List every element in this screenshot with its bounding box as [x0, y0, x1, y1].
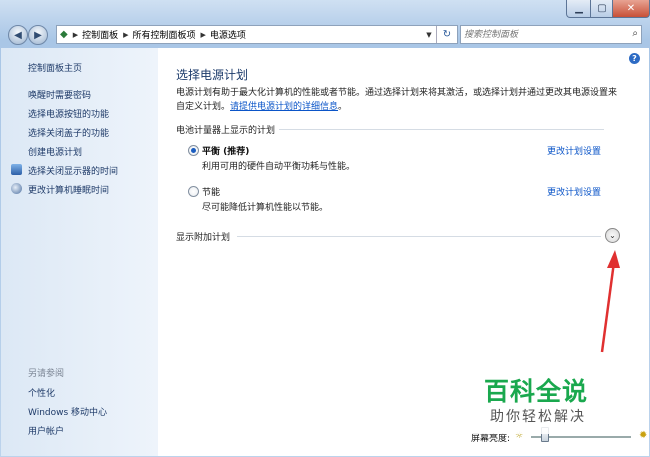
- window: ▁ ▢ ✕ ◀ ▶ ◆ ▶ 控制面板 ▶ 所有控制面板项 ▶ 电源选项 ▼ ↻ …: [0, 0, 650, 457]
- power-saver-plan-desc: 尽可能降低计算机性能以节能。: [202, 203, 329, 213]
- sidebar-item-home[interactable]: 控制面板主页: [28, 61, 82, 74]
- see-also-heading: 另请参阅: [28, 369, 65, 379]
- additional-divider: [237, 236, 601, 237]
- address-dropdown-icon[interactable]: ▼: [423, 26, 435, 43]
- close-button[interactable]: ✕: [612, 0, 650, 18]
- minimize-button[interactable]: ▁: [566, 0, 592, 18]
- breadcrumb-separator-icon: ▶: [200, 30, 206, 39]
- forward-arrow-icon: ▶: [34, 29, 42, 41]
- group-header: 电池计量器上显示的计划: [176, 126, 276, 136]
- close-icon: ✕: [626, 3, 636, 14]
- help-icon[interactable]: ?: [629, 53, 640, 64]
- minimize-icon: ▁: [575, 3, 583, 14]
- title-bar: ▁ ▢ ✕: [0, 0, 650, 20]
- balanced-plan-desc: 利用可用的硬件自动平衡功耗与性能。: [202, 162, 356, 172]
- navigation-bar: ◀ ▶ ◆ ▶ 控制面板 ▶ 所有控制面板项 ▶ 电源选项 ▼ ↻ ⌕: [0, 22, 650, 46]
- sidebar-item-display-off[interactable]: 选择关闭显示器的时间: [28, 164, 118, 177]
- page-description: 电源计划有助于最大化计算机的性能或者节能。通过选择计划来将其激活，或选择计划并通…: [176, 86, 621, 114]
- search-icon[interactable]: ⌕: [632, 28, 638, 39]
- refresh-icon[interactable]: ↻: [436, 26, 457, 43]
- breadcrumb-power-options[interactable]: 电源选项: [210, 28, 246, 41]
- see-also-personalization[interactable]: 个性化: [28, 386, 55, 399]
- breadcrumb-separator-icon: ▶: [72, 30, 79, 39]
- sidebar-item-power-button[interactable]: 选择电源按钮的功能: [28, 107, 109, 120]
- breadcrumb-control-panel[interactable]: 控制面板: [82, 28, 118, 41]
- sidebar-item-wake-password[interactable]: 唤醒时需要密码: [28, 88, 91, 101]
- back-arrow-icon: ◀: [14, 29, 22, 41]
- see-also-mobility-center[interactable]: Windows 移动中心: [28, 405, 107, 418]
- description-period: 。: [338, 102, 348, 112]
- page-title: 选择电源计划: [176, 68, 249, 82]
- balanced-plan-name[interactable]: 平衡 (推荐): [202, 144, 249, 157]
- maximize-icon: ▢: [597, 3, 607, 14]
- balanced-change-settings-link[interactable]: 更改计划设置: [547, 144, 601, 157]
- show-additional-plans[interactable]: 显示附加计划: [176, 230, 230, 243]
- watermark-title: 百科全说: [484, 377, 589, 406]
- see-also-user-accounts[interactable]: 用户帐户: [28, 424, 64, 437]
- sidebar: 控制面板主页 唤醒时需要密码 选择电源按钮的功能 选择关闭盖子的功能 创建电源计…: [1, 48, 158, 456]
- sidebar-item-create-plan[interactable]: 创建电源计划: [28, 145, 82, 158]
- breadcrumb-all-items[interactable]: 所有控制面板项: [133, 28, 196, 41]
- sidebar-item-sleep-time[interactable]: 更改计算机睡眠时间: [28, 183, 109, 196]
- search-box: ⌕: [460, 25, 642, 44]
- expand-button[interactable]: ⌄: [605, 228, 620, 243]
- plan-details-link[interactable]: 请提供电源计划的详细信息: [230, 102, 338, 112]
- forward-button[interactable]: ▶: [28, 25, 48, 45]
- balanced-radio[interactable]: [188, 145, 199, 156]
- search-input[interactable]: [464, 26, 619, 43]
- chevron-down-icon: ⌄: [609, 231, 616, 240]
- back-button[interactable]: ◀: [8, 25, 28, 45]
- maximize-button[interactable]: ▢: [590, 0, 614, 18]
- watermark: 百科全说 助你轻松解决: [462, 366, 622, 434]
- address-bar[interactable]: ◆ ▶ 控制面板 ▶ 所有控制面板项 ▶ 电源选项 ▼ ↻: [56, 25, 458, 44]
- power-saver-plan-name[interactable]: 节能: [202, 185, 220, 198]
- group-divider: [279, 129, 604, 130]
- control-panel-icon: ◆: [60, 29, 68, 40]
- power-saver-radio[interactable]: [188, 186, 199, 197]
- watermark-subtitle: 助你轻松解决: [490, 409, 586, 425]
- bright-sun-icon: ✹: [639, 430, 648, 441]
- breadcrumb-separator-icon: ▶: [123, 30, 129, 39]
- monitor-icon: [11, 164, 22, 175]
- power-saver-change-settings-link[interactable]: 更改计划设置: [547, 185, 601, 198]
- sidebar-item-lid-close[interactable]: 选择关闭盖子的功能: [28, 126, 109, 139]
- sleep-icon: [11, 183, 22, 194]
